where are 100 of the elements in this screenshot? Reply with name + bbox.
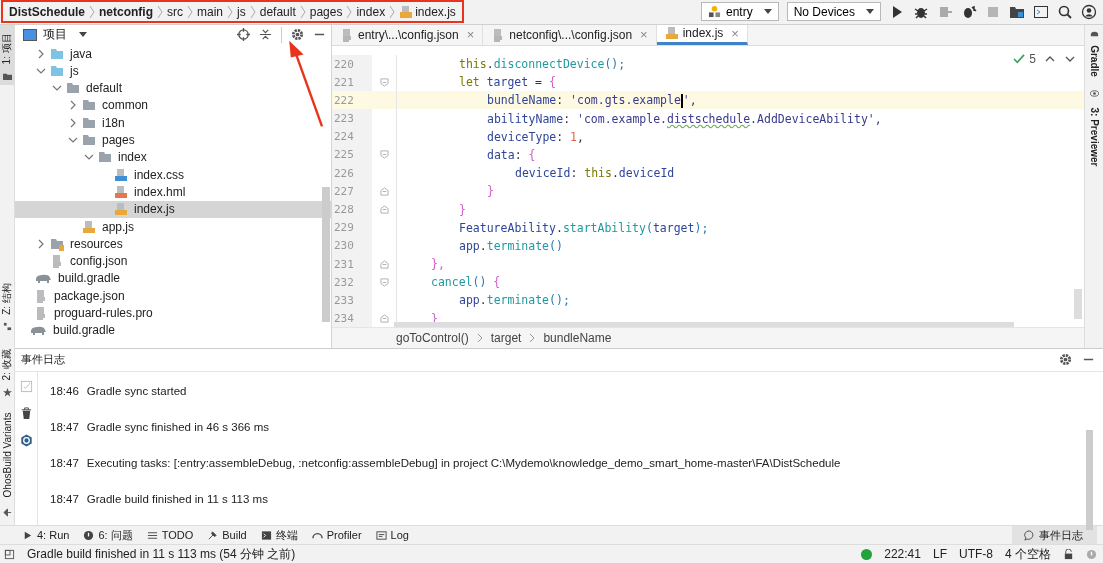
- folder-icon: [82, 98, 96, 113]
- tree-item[interactable]: index.hml: [15, 183, 331, 201]
- chevron-icon: [89, 4, 96, 19]
- tool-window-button[interactable]: 终端: [260, 527, 298, 543]
- project-tool-tab[interactable]: 1: 项目: [0, 24, 14, 85]
- search-icon[interactable]: [1057, 3, 1073, 20]
- tree-item[interactable]: i18n: [15, 114, 331, 132]
- tree-item[interactable]: js: [15, 62, 331, 80]
- structure-tool-tab[interactable]: Z: 结构: [0, 274, 14, 335]
- hexagon-icon[interactable]: [19, 433, 33, 447]
- tree-item[interactable]: resources: [15, 235, 331, 253]
- tab-label[interactable]: index.js: [682, 26, 724, 41]
- tree-item[interactable]: java: [15, 44, 331, 63]
- breadcrumb-item[interactable]: pages: [309, 4, 343, 19]
- tab-label[interactable]: netconfig\...\config.json: [509, 27, 633, 42]
- settings-icon[interactable]: [1059, 353, 1072, 367]
- tool-window-button[interactable]: 4: Run: [22, 529, 70, 542]
- tree-item[interactable]: package.json: [15, 287, 331, 305]
- code-line: }: [486, 184, 494, 199]
- settings-icon[interactable]: [291, 28, 304, 42]
- close-button[interactable]: ×: [731, 25, 739, 41]
- tool-window-button[interactable]: Build: [207, 529, 247, 542]
- breadcrumb-item[interactable]: src: [167, 4, 184, 19]
- fold-marker-icon[interactable]: [379, 277, 389, 287]
- config-dropdown[interactable]: entry: [700, 2, 779, 22]
- tree-item[interactable]: build.gradle: [15, 269, 331, 288]
- tree-item[interactable]: common: [15, 96, 331, 115]
- trash-icon[interactable]: [19, 406, 33, 420]
- tree-item[interactable]: build.gradle: [15, 321, 331, 339]
- layout-icon[interactable]: [4, 548, 15, 560]
- status-message: Gradle build finished in 11 s 113 ms (54 分钟 之前): [27, 545, 296, 563]
- fold-marker-icon[interactable]: [379, 259, 389, 269]
- line-number: 228: [332, 200, 372, 219]
- code-line: let target = {: [458, 75, 556, 90]
- chevron-icon: [346, 4, 353, 19]
- tree-item[interactable]: default: [15, 79, 331, 97]
- status-indicator[interactable]: [861, 548, 873, 560]
- line-number: 226: [332, 164, 372, 183]
- tool-window-button[interactable]: 6: 问题: [83, 527, 133, 543]
- project-view-dropdown[interactable]: 项目: [23, 26, 87, 44]
- line-number: 221: [332, 73, 372, 92]
- folder-icon: [50, 46, 64, 61]
- tab-label[interactable]: entry\...\config.json: [358, 27, 459, 42]
- tool-window-button[interactable]: Log: [375, 529, 409, 542]
- tree-item[interactable]: pages: [15, 131, 331, 149]
- line-separator[interactable]: LF: [932, 547, 947, 562]
- breadcrumb-item[interactable]: js: [237, 4, 246, 19]
- breadcrumb-item[interactable]: main: [197, 4, 224, 19]
- log-message: Gradle sync finished in 46 s 366 ms: [86, 420, 269, 433]
- fold-marker-icon[interactable]: [379, 314, 389, 324]
- previewer-tool-tab[interactable]: 3: Previewer: [1087, 84, 1101, 177]
- breadcrumb-item[interactable]: index.js: [399, 4, 456, 19]
- tree-item[interactable]: index.js: [15, 200, 331, 218]
- chevron-icon: [389, 4, 396, 19]
- tree-item[interactable]: index.css: [15, 166, 331, 184]
- check-icon[interactable]: [1013, 53, 1026, 64]
- tree-item[interactable]: proguard-rules.pro: [15, 304, 331, 322]
- code-line: },: [430, 257, 445, 272]
- device-dropdown[interactable]: No Devices: [786, 2, 881, 22]
- json-file-icon: [50, 254, 64, 269]
- cursor-position[interactable]: 222:41: [884, 547, 921, 562]
- code-line: cancel() {: [430, 275, 501, 290]
- tree-item[interactable]: config.json: [15, 252, 331, 270]
- log-icon: [375, 529, 387, 541]
- tree-item[interactable]: app.js: [15, 217, 331, 236]
- collapse-icon[interactable]: [259, 28, 272, 42]
- tree-item[interactable]: index: [15, 148, 331, 166]
- problems-icon: [83, 529, 95, 541]
- favorites-tool-tab[interactable]: 2: 收藏: [0, 340, 14, 401]
- fold-marker-icon[interactable]: [379, 186, 389, 196]
- locate-icon[interactable]: [237, 28, 250, 42]
- tool-window-button[interactable]: TODO: [146, 529, 194, 542]
- fold-marker-icon[interactable]: [379, 150, 389, 160]
- breadcrumb-item[interactable]: DistSchedule: [9, 4, 86, 19]
- lock-icon[interactable]: [1063, 548, 1074, 560]
- log-message: Executing tasks: [:entry:assembleDebug, :netconfig:assembleDebug] in project C:\Mydemo\knowledge_demo_smart_home-master\FA\DistSchedule: [86, 456, 841, 469]
- code-line: bundleName: 'com.gts.example ',: [486, 93, 697, 108]
- fold-marker-icon[interactable]: [379, 205, 389, 214]
- account-icon[interactable]: [1081, 3, 1097, 20]
- gradle-tool-tab[interactable]: Gradle: [1087, 24, 1101, 85]
- breadcrumb-item[interactable]: index: [356, 4, 386, 19]
- breadcrumb-item[interactable]: netconfig: [99, 4, 154, 19]
- file-encoding[interactable]: UTF-8: [959, 547, 993, 562]
- js-file-icon: [114, 202, 128, 217]
- editor-tab[interactable]: entry\...\config.json ×: [332, 24, 484, 45]
- terminal-icon[interactable]: [1033, 3, 1049, 20]
- tool-window-button[interactable]: Profiler: [311, 529, 362, 542]
- indent-setting[interactable]: 4 个空格: [1005, 545, 1051, 563]
- build-variants-tool-tab[interactable]: OhosBuild Variants: [0, 400, 14, 521]
- breadcrumb-item[interactable]: bundleName: [543, 330, 612, 345]
- breadcrumb-item[interactable]: goToControl(): [396, 330, 469, 345]
- breadcrumb-item[interactable]: default: [259, 4, 296, 19]
- fold-marker-icon[interactable]: [379, 77, 389, 87]
- folder-icon: [82, 133, 96, 148]
- folder-icon: [98, 150, 112, 165]
- inspection-count[interactable]: 5: [1029, 51, 1036, 66]
- breadcrumb-item[interactable]: target: [490, 330, 522, 345]
- event-log-button[interactable]: 事件日志: [1012, 526, 1097, 545]
- json-file-icon: [340, 27, 354, 42]
- editor-tab[interactable]: netconfig\...\config.json ×: [483, 24, 657, 45]
